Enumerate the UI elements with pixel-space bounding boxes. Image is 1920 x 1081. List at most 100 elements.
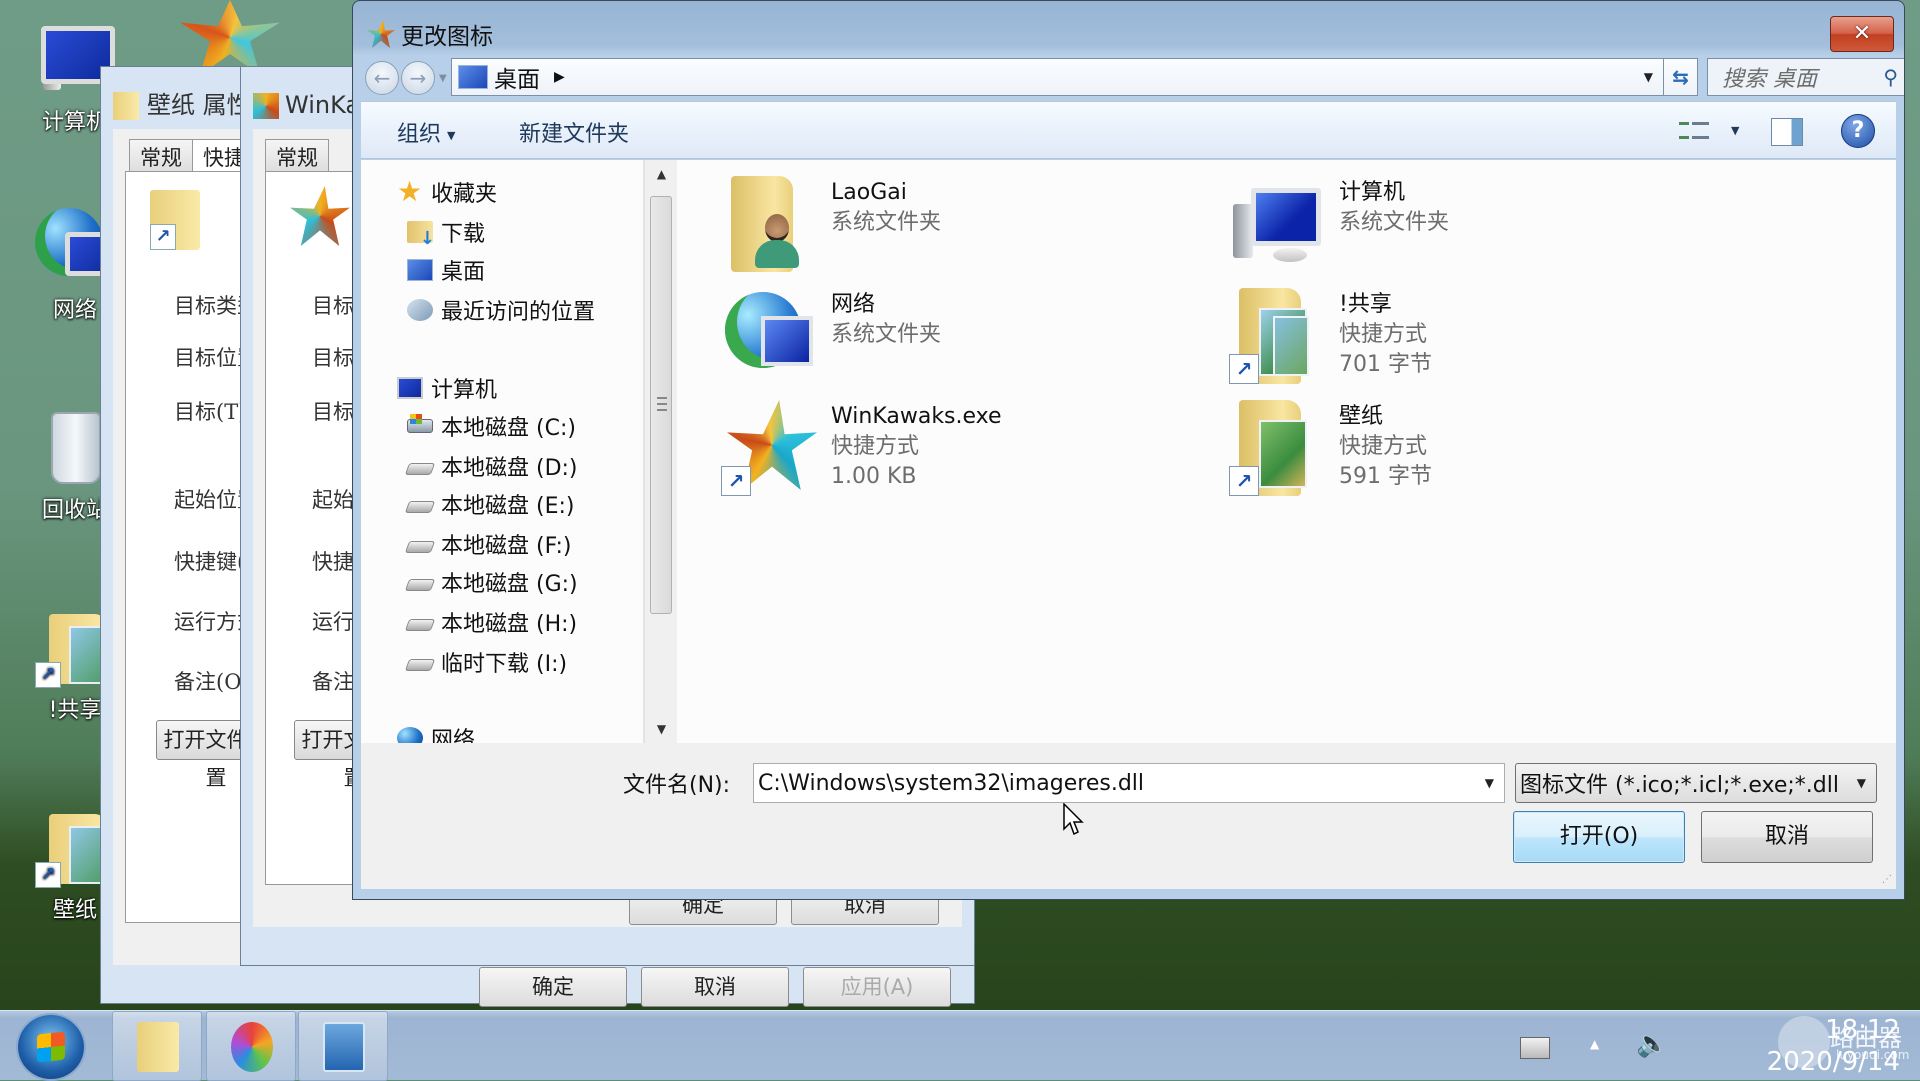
search-icon: ⚲	[1883, 65, 1898, 89]
nav-downloads[interactable]: 下载	[407, 216, 485, 249]
computer-icon	[397, 377, 423, 399]
drive-icon	[404, 659, 436, 671]
show-hidden-icons-icon[interactable]: ▲	[1590, 1037, 1599, 1051]
drive-icon	[404, 619, 436, 631]
computer-icon	[1229, 176, 1325, 272]
keyboard-icon[interactable]	[1520, 1037, 1550, 1059]
star-icon: ★	[397, 175, 423, 208]
view-dropdown-icon[interactable]: ▼	[1731, 124, 1739, 137]
preview-pane-icon[interactable]	[1771, 118, 1803, 146]
user-folder-icon	[721, 176, 817, 272]
kawaks-shortcut-icon: ↗	[721, 400, 817, 496]
watermark-logo-icon	[1778, 1016, 1830, 1068]
chevron-down-icon: ▼	[1856, 776, 1866, 790]
drive-icon	[404, 501, 436, 513]
nav-drive-i[interactable]: 临时下载 (I:)	[404, 646, 567, 678]
filetype-select[interactable]: 图标文件 (*.ico;*.icl;*.exe;*.dll ▼	[1515, 763, 1877, 803]
start-button[interactable]	[18, 1015, 84, 1079]
command-bar: 组织 ▼ 新建文件夹 ▼ ?	[361, 101, 1896, 159]
open-button[interactable]: 打开(O)	[1513, 811, 1685, 863]
recent-places-icon	[407, 299, 433, 321]
nav-drive-f[interactable]: 本地磁盘 (F:)	[404, 528, 572, 560]
cancel-button[interactable]: 取消	[641, 967, 789, 1007]
navigation-pane: ★收藏夹 下载 桌面 最近访问的位置 计算机 本地磁盘 (C:) 本地磁盘 (D…	[361, 160, 644, 753]
windows-logo-icon	[37, 1031, 65, 1063]
address-dropdown-icon[interactable]: ▼	[1644, 70, 1653, 84]
close-button[interactable]: ✕	[1830, 16, 1894, 52]
search-input[interactable]: 搜索 桌面 ⚲	[1707, 58, 1904, 96]
filename-label: 文件名(N):	[623, 773, 731, 798]
color-wheel-icon	[231, 1022, 273, 1072]
folder-icon	[113, 92, 139, 120]
file-item-wallpaper[interactable]: ↗ 壁纸 快捷方式 591 字节	[1229, 400, 1432, 496]
filename-input[interactable]: C:\Windows\system32\imageres.dll ▼	[753, 763, 1505, 803]
comment-label: 备注(O)	[174, 670, 250, 694]
nav-scrollbar[interactable]: ▲ ▼	[644, 160, 677, 743]
file-item-computer[interactable]: 计算机 系统文件夹	[1229, 176, 1449, 272]
resize-grip-icon[interactable]: ⋰	[1882, 874, 1892, 885]
cancel-button[interactable]: 取消	[1701, 811, 1873, 863]
kawaks-desktop-icon[interactable]	[180, 0, 280, 75]
shortcut-folder-icon: ↗	[1229, 288, 1325, 384]
breadcrumb-desktop[interactable]: 桌面	[494, 60, 540, 94]
desktop-icon	[458, 65, 488, 89]
desktop-icon	[407, 259, 433, 281]
control-panel-icon	[323, 1022, 365, 1072]
nav-computer[interactable]: 计算机	[397, 372, 497, 404]
file-list: LaoGai 系统文件夹 计算机 系统文件夹 网络 系统文件夹 ↗ !共享 快捷方式 70…	[681, 160, 1896, 743]
recent-pages-dropdown[interactable]: ▼	[439, 73, 447, 84]
organize-button[interactable]: 组织 ▼	[397, 116, 455, 148]
nav-desktop[interactable]: 桌面	[407, 254, 485, 286]
nav-drive-g[interactable]: 本地磁盘 (G:)	[404, 566, 578, 598]
volume-icon[interactable]: 🔈	[1636, 1029, 1668, 1059]
dialog-title: 更改图标	[367, 17, 493, 51]
drive-icon	[404, 541, 436, 553]
nav-drive-d[interactable]: 本地磁盘 (D:)	[404, 450, 578, 482]
tab-general[interactable]: 常规	[265, 139, 329, 175]
taskbar-explorer[interactable]	[112, 1011, 202, 1081]
scroll-up-arrow-icon[interactable]: ▲	[645, 160, 678, 188]
drive-icon	[404, 463, 436, 475]
scroll-down-arrow-icon[interactable]: ▼	[645, 715, 678, 743]
change-icon-dialog[interactable]: 更改图标 ✕ ← → ▼ 桌面 ▶ ▼ ⇆ 搜索 桌面 ⚲ 组织 ▼ 新建文件夹 …	[352, 0, 1905, 900]
nav-drive-h[interactable]: 本地磁盘 (H:)	[404, 606, 577, 638]
tab-general[interactable]: 常规	[129, 139, 193, 175]
drive-icon	[404, 579, 436, 591]
file-item-share[interactable]: ↗ !共享 快捷方式 701 字节	[1229, 288, 1432, 384]
taskbar-control-panel[interactable]	[298, 1011, 388, 1081]
refresh-button[interactable]: ⇆	[1664, 58, 1698, 96]
change-view-icon[interactable]	[1679, 118, 1709, 146]
address-bar[interactable]: 桌面 ▶ ▼	[451, 58, 1664, 96]
network-icon	[721, 288, 817, 384]
watermark-url: luyouqi.com	[1836, 1048, 1910, 1062]
search-placeholder: 搜索 桌面	[1722, 67, 1817, 92]
system-drive-icon	[407, 414, 433, 433]
nav-favorites[interactable]: ★ 收藏夹	[397, 176, 497, 208]
taskbar-color-app[interactable]	[206, 1011, 296, 1081]
taskbar: ▲ 🔈 18:12 2020/9/14	[0, 1010, 1920, 1081]
kawaks-icon	[253, 93, 279, 119]
nav-drive-c[interactable]: 本地磁盘 (C:)	[407, 410, 576, 442]
scroll-thumb[interactable]	[650, 196, 672, 614]
file-item-laogai[interactable]: LaoGai 系统文件夹	[721, 176, 941, 272]
back-button[interactable]: ←	[365, 61, 399, 95]
ok-button[interactable]: 确定	[479, 967, 627, 1007]
kawaks-icon	[367, 20, 395, 48]
downloads-folder-icon	[407, 221, 435, 249]
window-title: 壁纸 属性	[113, 85, 251, 120]
target-label: 目标(T)	[174, 400, 247, 424]
nav-recent-places[interactable]: 最近访问的位置	[407, 294, 595, 326]
explorer-icon	[137, 1022, 179, 1072]
file-item-winkawaks[interactable]: ↗ WinKawaks.exe 快捷方式 1.00 KB	[721, 400, 1002, 496]
nav-drive-e[interactable]: 本地磁盘 (E:)	[404, 488, 574, 520]
help-icon[interactable]: ?	[1841, 114, 1875, 148]
apply-button[interactable]: 应用(A)	[803, 967, 951, 1007]
new-folder-button[interactable]: 新建文件夹	[519, 116, 629, 148]
mouse-cursor-icon	[1063, 803, 1084, 836]
file-item-network[interactable]: 网络 系统文件夹	[721, 288, 941, 384]
forward-button[interactable]: →	[401, 61, 435, 95]
filename-dropdown-icon[interactable]: ▼	[1485, 776, 1494, 790]
breadcrumb-chevron-icon[interactable]: ▶	[554, 69, 565, 85]
chevron-down-icon: ▼	[447, 128, 456, 142]
shortcut-folder-icon: ↗	[1229, 400, 1325, 496]
